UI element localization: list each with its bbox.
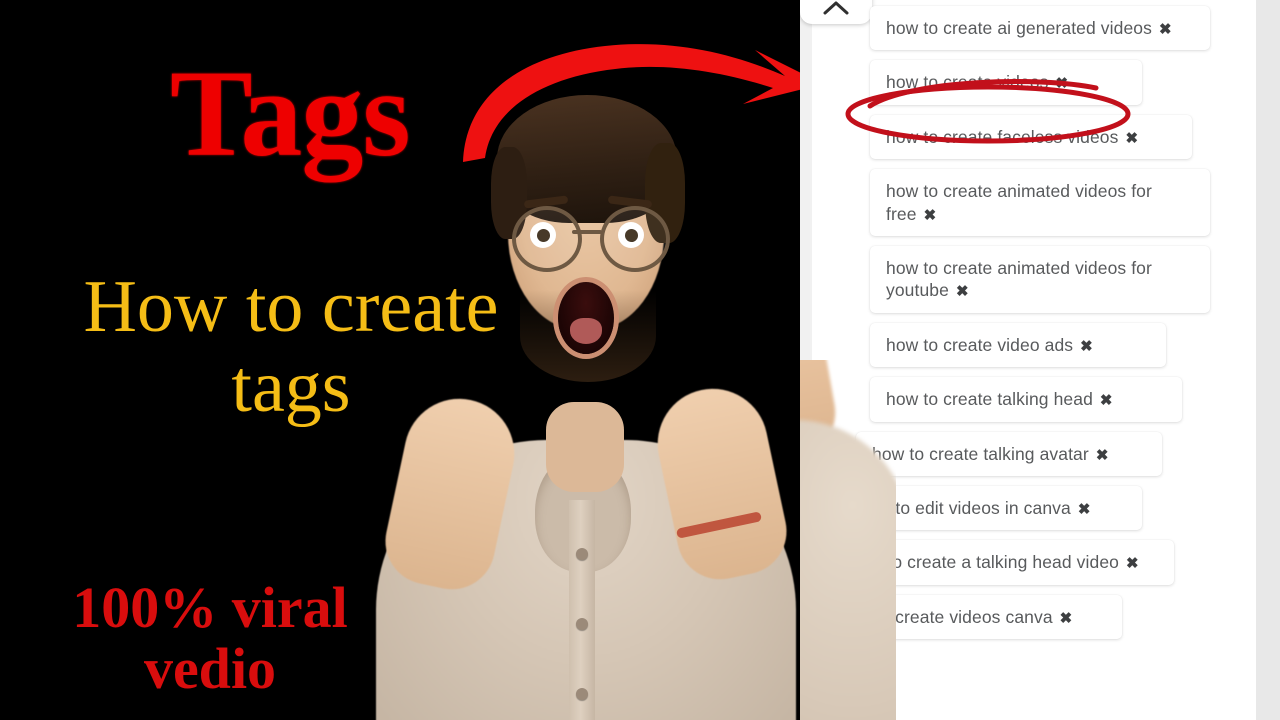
- tag-chip-label: how to create ai generated videos: [886, 18, 1152, 38]
- footer-line-2: vedio: [143, 635, 277, 701]
- tag-chip[interactable]: how to create talking avatar ✖: [856, 431, 1162, 476]
- close-x-icon[interactable]: ✖: [1060, 610, 1073, 627]
- tag-chip[interactable]: how to create video ads ✖: [870, 322, 1166, 368]
- collapse-panel-button[interactable]: [800, 0, 872, 24]
- close-x-icon[interactable]: ✖: [1080, 338, 1093, 355]
- tag-chip-list: how to create ai generated videos ✖ how to…: [822, 6, 1220, 649]
- tag-chip[interactable]: how to create faceless videos ✖: [870, 114, 1192, 160]
- close-x-icon[interactable]: ✖: [924, 207, 937, 224]
- thumbnail-panel: Tags How to create tags 100% viral vedio: [0, 0, 812, 720]
- panel-left-rail: [800, 0, 812, 720]
- tag-chip[interactable]: how to edit videos in canva ✖: [842, 485, 1142, 531]
- panel-right-edge: [1256, 0, 1280, 720]
- tag-chip-label: how to create faceless videos: [886, 126, 1119, 147]
- tag-chip-label: how to create videos canva: [838, 606, 1053, 627]
- tag-chip[interactable]: how to create videos canva ✖: [822, 594, 1122, 640]
- tag-chip-label: how to edit videos in canva: [858, 497, 1071, 518]
- tag-chip-label: how to create talking avatar: [872, 443, 1089, 464]
- close-x-icon[interactable]: ✖: [1056, 75, 1069, 92]
- close-x-icon[interactable]: ✖: [1159, 21, 1172, 38]
- tag-chip[interactable]: how to create videos ✖: [870, 60, 1142, 105]
- chevron-up-icon: [823, 1, 849, 15]
- tag-chip[interactable]: how to create a talking head video ✖: [834, 540, 1174, 585]
- tag-chip-label: how to create talking head: [886, 389, 1093, 410]
- screenshot-root: Tags How to create tags 100% viral vedio: [0, 0, 1280, 720]
- footer-text: 100% viral vedio: [10, 575, 410, 701]
- tag-chip-label: how to create videos: [886, 72, 1049, 93]
- tag-chip[interactable]: how to create animated videos for youtub…: [870, 245, 1210, 313]
- tag-chip-label: how to create video ads: [886, 334, 1074, 355]
- close-x-icon[interactable]: ✖: [1125, 130, 1138, 147]
- close-x-icon[interactable]: ✖: [1078, 501, 1091, 518]
- tag-chip-label: how to create animated videos for youtub…: [886, 257, 1152, 301]
- close-x-icon[interactable]: ✖: [1126, 555, 1139, 572]
- tag-chip-label: how to create a talking head video: [850, 552, 1119, 573]
- tag-chip[interactable]: how to create ai generated videos ✖: [870, 6, 1210, 51]
- shocked-man-photo: [360, 0, 812, 720]
- tags-sidebar: how to create ai generated videos ✖ how to…: [800, 0, 1280, 720]
- close-x-icon[interactable]: ✖: [1096, 447, 1109, 464]
- close-x-icon[interactable]: ✖: [1100, 392, 1113, 409]
- footer-line-1: 100% viral: [72, 575, 348, 640]
- tag-chip[interactable]: how to create talking head ✖: [870, 377, 1182, 422]
- close-x-icon[interactable]: ✖: [956, 283, 969, 300]
- tag-chip[interactable]: how to create animated videos for free ✖: [870, 169, 1210, 236]
